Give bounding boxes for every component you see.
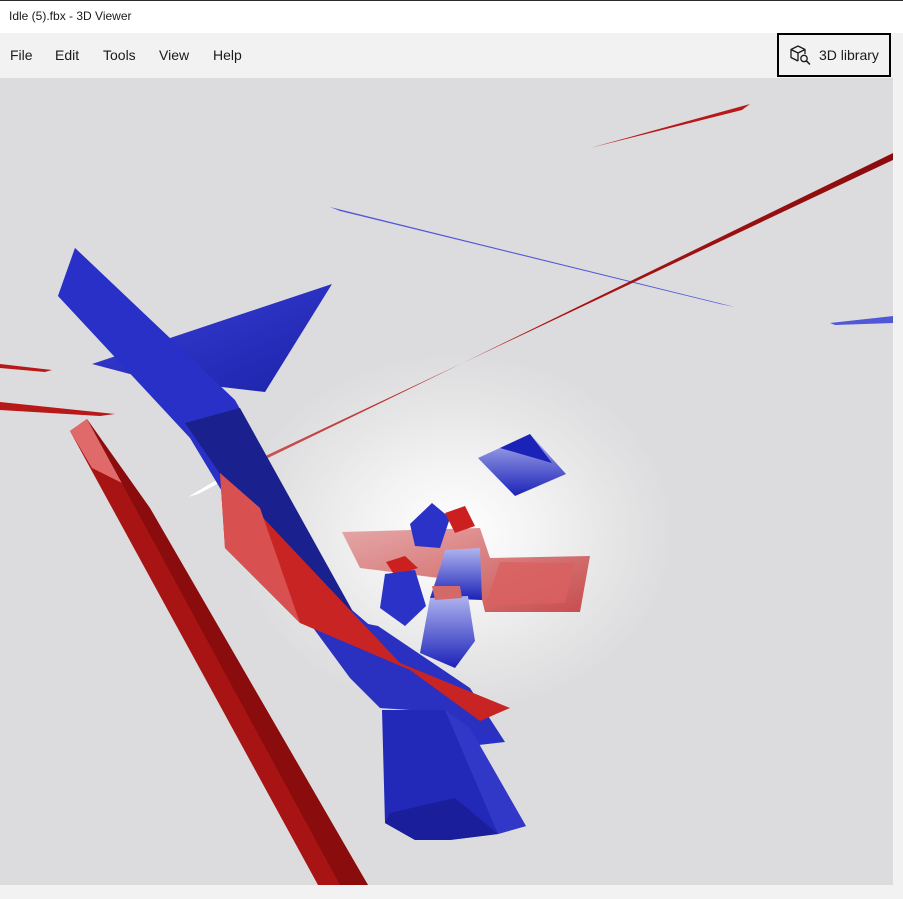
blue-streak-long (330, 207, 735, 307)
blue-hand-left (380, 570, 426, 626)
menu-help[interactable]: Help (213, 47, 242, 63)
red-hand-small (432, 586, 462, 600)
red-streak-top (590, 104, 750, 148)
menu-bar: File Edit Tools View Help 3D library (0, 33, 903, 78)
blue-streak-right (830, 316, 893, 325)
app-window: Idle (5).fbx - 3D Viewer File Edit Tools… (0, 0, 903, 899)
3d-viewport[interactable] (0, 78, 893, 885)
3d-library-label: 3D library (819, 47, 879, 63)
3d-model-render (0, 104, 893, 885)
3d-library-button[interactable]: 3D library (777, 33, 891, 77)
cube-search-icon (789, 44, 811, 66)
status-strip (0, 885, 903, 899)
right-edge-strip (893, 78, 903, 885)
red-pink-frame-inner (485, 562, 575, 606)
menu-file[interactable]: File (10, 47, 33, 63)
menu-edit[interactable]: Edit (55, 47, 79, 63)
menu-view[interactable]: View (159, 47, 189, 63)
red-streak-left-1 (0, 364, 52, 372)
blue-hand-lower (420, 596, 475, 668)
window-title: Idle (5).fbx - 3D Viewer (9, 9, 132, 23)
menu-tools[interactable]: Tools (103, 47, 136, 63)
title-bar: Idle (5).fbx - 3D Viewer (0, 0, 903, 33)
red-streak-left-2 (0, 402, 115, 416)
